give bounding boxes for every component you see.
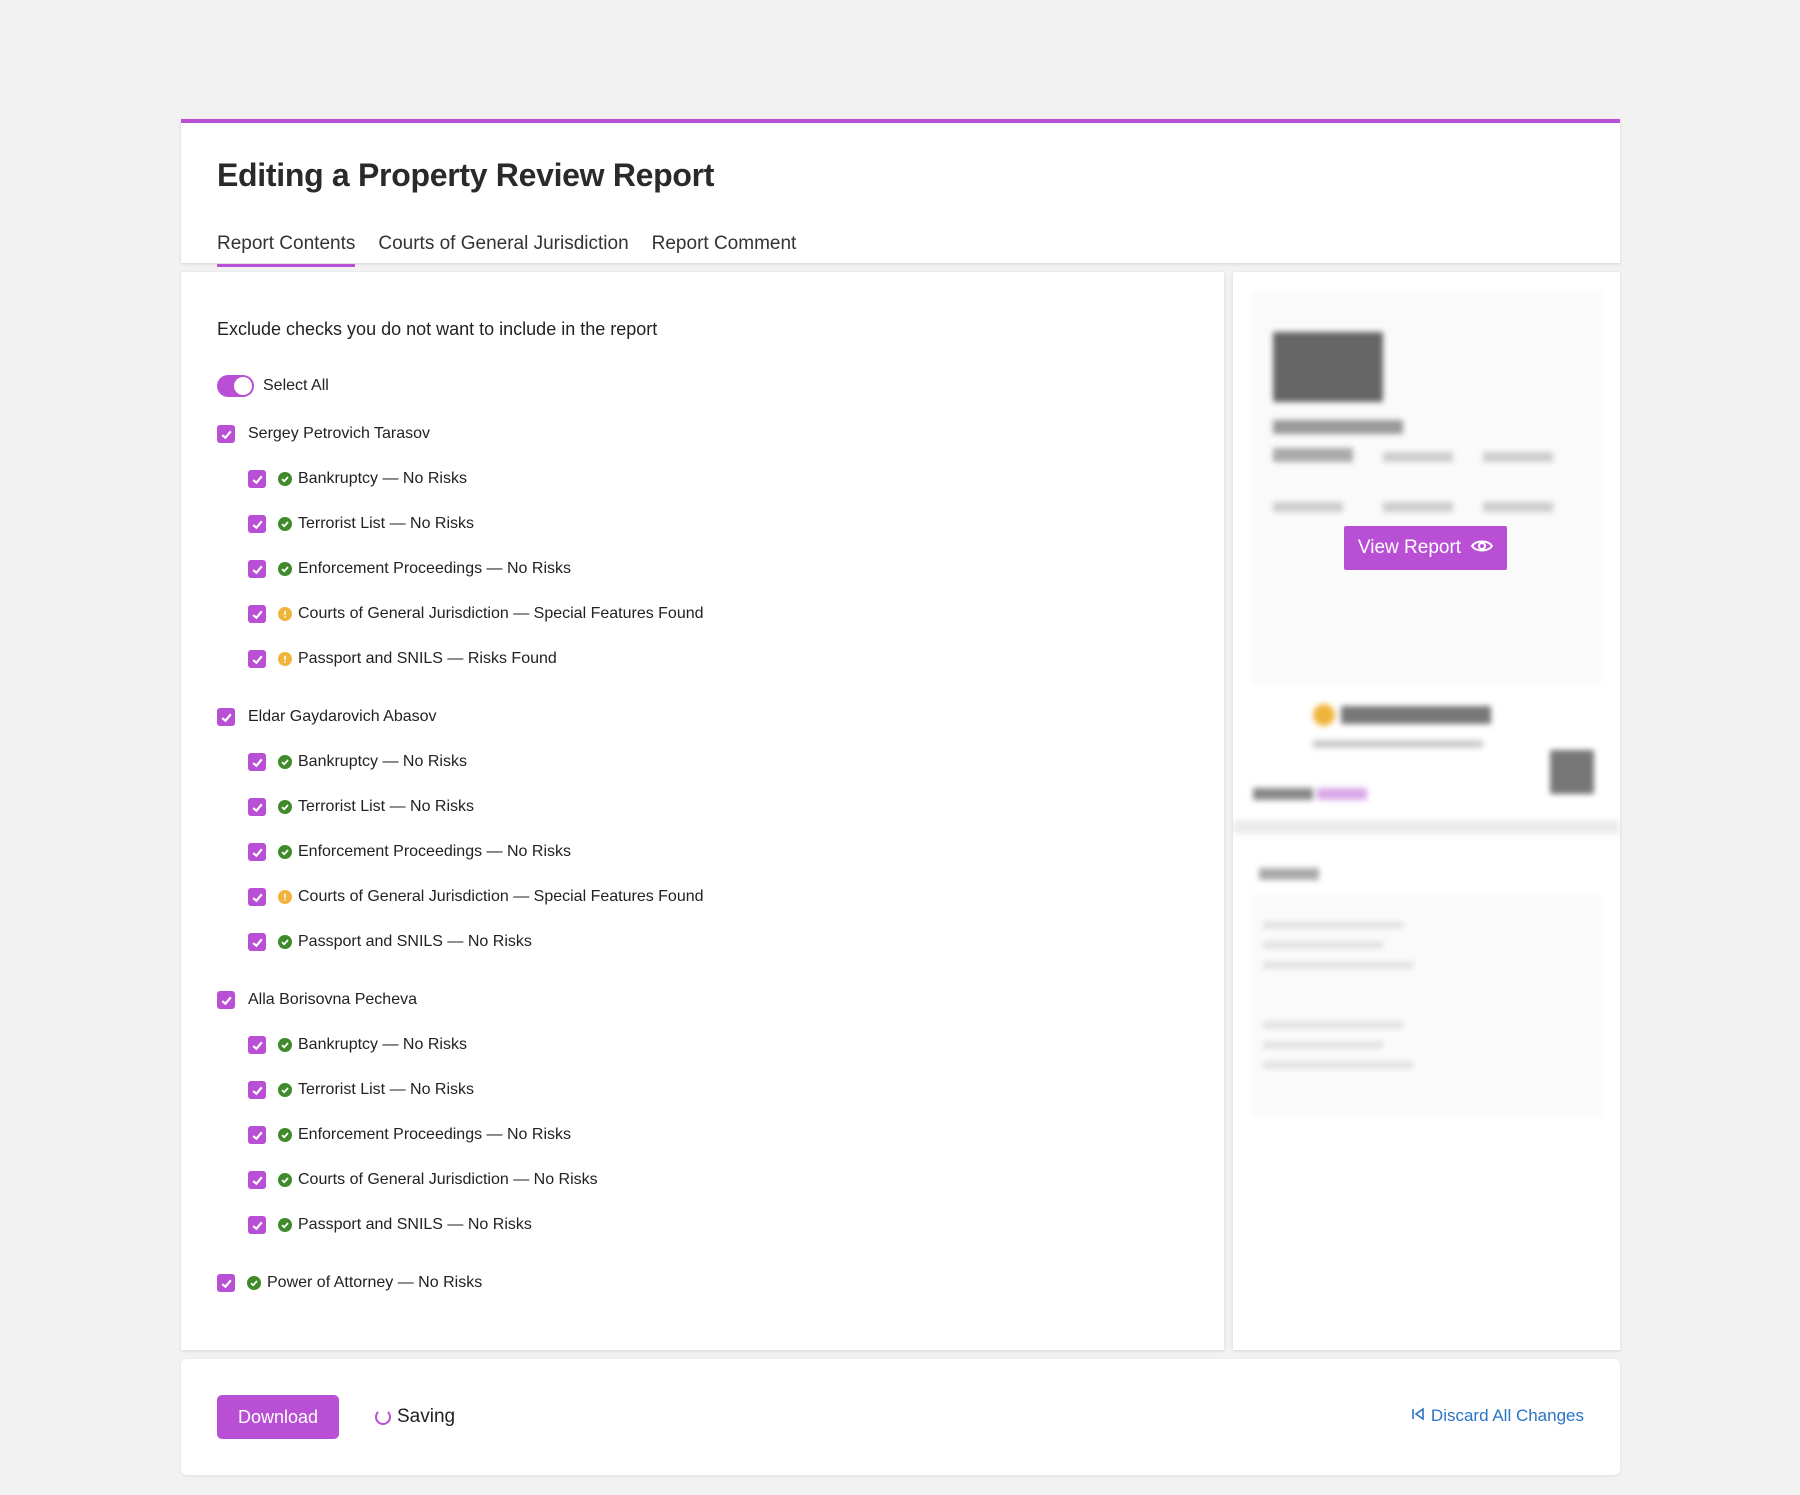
check-label: Terrorist List — No Risks (298, 798, 475, 815)
check-checkbox[interactable] (248, 1216, 266, 1234)
warning-circle-icon (278, 607, 292, 621)
person-name: Sergey Petrovich Tarasov (248, 425, 431, 442)
check-row: Courts of General Jurisdiction — Special… (248, 888, 704, 906)
instruction-text: Exclude checks you do not want to includ… (217, 319, 658, 339)
check-checkbox[interactable] (248, 1171, 266, 1189)
check-label: Passport and SNILS — No Risks (298, 1216, 532, 1233)
check-circle-icon (247, 1276, 261, 1290)
check-checkbox[interactable] (248, 1081, 266, 1099)
select-all-label: Select All (263, 377, 329, 394)
check-label: Power of Attorney — No Risks (267, 1274, 483, 1291)
check-label: Bankruptcy — No Risks (298, 1036, 467, 1053)
person-name: Eldar Gaydarovich Abasov (248, 708, 437, 725)
check-checkbox[interactable] (248, 560, 266, 578)
footer-bar: Download Saving Discard All Changes (181, 1359, 1620, 1475)
check-circle-icon (278, 755, 292, 769)
check-checkbox[interactable] (248, 1036, 266, 1054)
check-label: Passport and SNILS — Risks Found (298, 650, 557, 667)
person-checkbox[interactable] (217, 991, 235, 1009)
power-of-attorney-row: Power of Attorney — No Risks (217, 1274, 482, 1292)
check-row: Courts of General Jurisdiction — No Risk… (248, 1171, 598, 1189)
check-circle-icon (278, 1218, 292, 1232)
blurred-report-thumbnail (1233, 272, 1620, 1350)
check-checkbox[interactable] (248, 888, 266, 906)
check-label: Terrorist List — No Risks (298, 1081, 475, 1098)
warning-circle-icon (278, 652, 292, 666)
eye-icon (1470, 537, 1494, 559)
check-row: Bankruptcy — No Risks (248, 1036, 467, 1054)
check-circle-icon (278, 562, 292, 576)
saving-indicator: Saving (375, 1406, 455, 1428)
check-row: Terrorist List — No Risks (248, 798, 474, 816)
view-report-label: View Report (1357, 537, 1462, 558)
check-circle-icon (278, 845, 292, 859)
check-circle-icon (278, 1083, 292, 1097)
check-circle-icon (278, 1128, 292, 1142)
select-all-toggle[interactable] (217, 375, 254, 397)
power-of-attorney-checkbox[interactable] (217, 1274, 235, 1292)
tab-courts-of-general-jurisdiction[interactable]: Courts of General Jurisdiction (378, 233, 628, 265)
tab-report-comment[interactable]: Report Comment (652, 233, 797, 265)
check-row: Enforcement Proceedings — No Risks (248, 1126, 571, 1144)
download-button[interactable]: Download (217, 1395, 339, 1439)
check-checkbox[interactable] (248, 1126, 266, 1144)
check-checkbox[interactable] (248, 650, 266, 668)
check-label: Enforcement Proceedings — No Risks (298, 1126, 571, 1143)
report-header: Editing a Property Review Report Report … (181, 119, 1620, 267)
check-row: Passport and SNILS — Risks Found (248, 650, 557, 668)
check-checkbox[interactable] (248, 515, 266, 533)
person-row: Alla Borisovna Pecheva (217, 991, 417, 1009)
discard-all-changes-link[interactable]: Discard All Changes (1411, 1406, 1584, 1426)
person-row: Eldar Gaydarovich Abasov (217, 708, 437, 726)
check-label: Courts of General Jurisdiction — Special… (298, 605, 704, 622)
check-checkbox[interactable] (248, 753, 266, 771)
check-row: Enforcement Proceedings — No Risks (248, 560, 571, 578)
check-checkbox[interactable] (248, 470, 266, 488)
check-label: Bankruptcy — No Risks (298, 470, 467, 487)
saving-label: Saving (397, 1406, 456, 1427)
check-checkbox[interactable] (248, 798, 266, 816)
check-row: Passport and SNILS — No Risks (248, 1216, 532, 1234)
discard-label: Discard All Changes (1430, 1406, 1584, 1425)
check-label: Enforcement Proceedings — No Risks (298, 843, 571, 860)
check-label: Courts of General Jurisdiction — No Risk… (298, 1171, 598, 1188)
report-preview-panel: View Report (1233, 272, 1620, 1350)
check-checkbox[interactable] (248, 933, 266, 951)
spinner-icon (375, 1409, 391, 1425)
check-row: Terrorist List — No Risks (248, 1081, 474, 1099)
person-checkbox[interactable] (217, 708, 235, 726)
select-all-row: Select All (217, 375, 329, 397)
check-row: Enforcement Proceedings — No Risks (248, 843, 571, 861)
check-circle-icon (278, 800, 292, 814)
check-checkbox[interactable] (248, 843, 266, 861)
check-row: Bankruptcy — No Risks (248, 753, 467, 771)
check-row: Courts of General Jurisdiction — Special… (248, 605, 704, 623)
person-row: Sergey Petrovich Tarasov (217, 425, 430, 443)
check-circle-icon (278, 1038, 292, 1052)
view-report-button[interactable]: View Report (1344, 526, 1507, 570)
tab-bar: Report Contents Courts of General Jurisd… (217, 233, 797, 267)
check-label: Courts of General Jurisdiction — Special… (298, 888, 704, 905)
check-circle-icon (278, 1173, 292, 1187)
check-circle-icon (278, 472, 292, 486)
check-circle-icon (278, 935, 292, 949)
warning-circle-icon (278, 890, 292, 904)
tab-report-contents[interactable]: Report Contents (217, 233, 356, 267)
person-checkbox[interactable] (217, 425, 235, 443)
report-contents-panel: Exclude checks you do not want to includ… (181, 272, 1224, 1350)
check-row: Terrorist List — No Risks (248, 515, 474, 533)
check-row: Passport and SNILS — No Risks (248, 933, 532, 951)
check-row: Bankruptcy — No Risks (248, 470, 467, 488)
check-circle-icon (278, 517, 292, 531)
undo-icon (1411, 1406, 1425, 1426)
person-name: Alla Borisovna Pecheva (248, 991, 417, 1008)
check-label: Enforcement Proceedings — No Risks (298, 560, 571, 577)
page-title: Editing a Property Review Report (217, 157, 715, 193)
check-label: Terrorist List — No Risks (298, 515, 475, 532)
check-label: Bankruptcy — No Risks (298, 753, 467, 770)
check-checkbox[interactable] (248, 605, 266, 623)
check-label: Passport and SNILS — No Risks (298, 933, 532, 950)
